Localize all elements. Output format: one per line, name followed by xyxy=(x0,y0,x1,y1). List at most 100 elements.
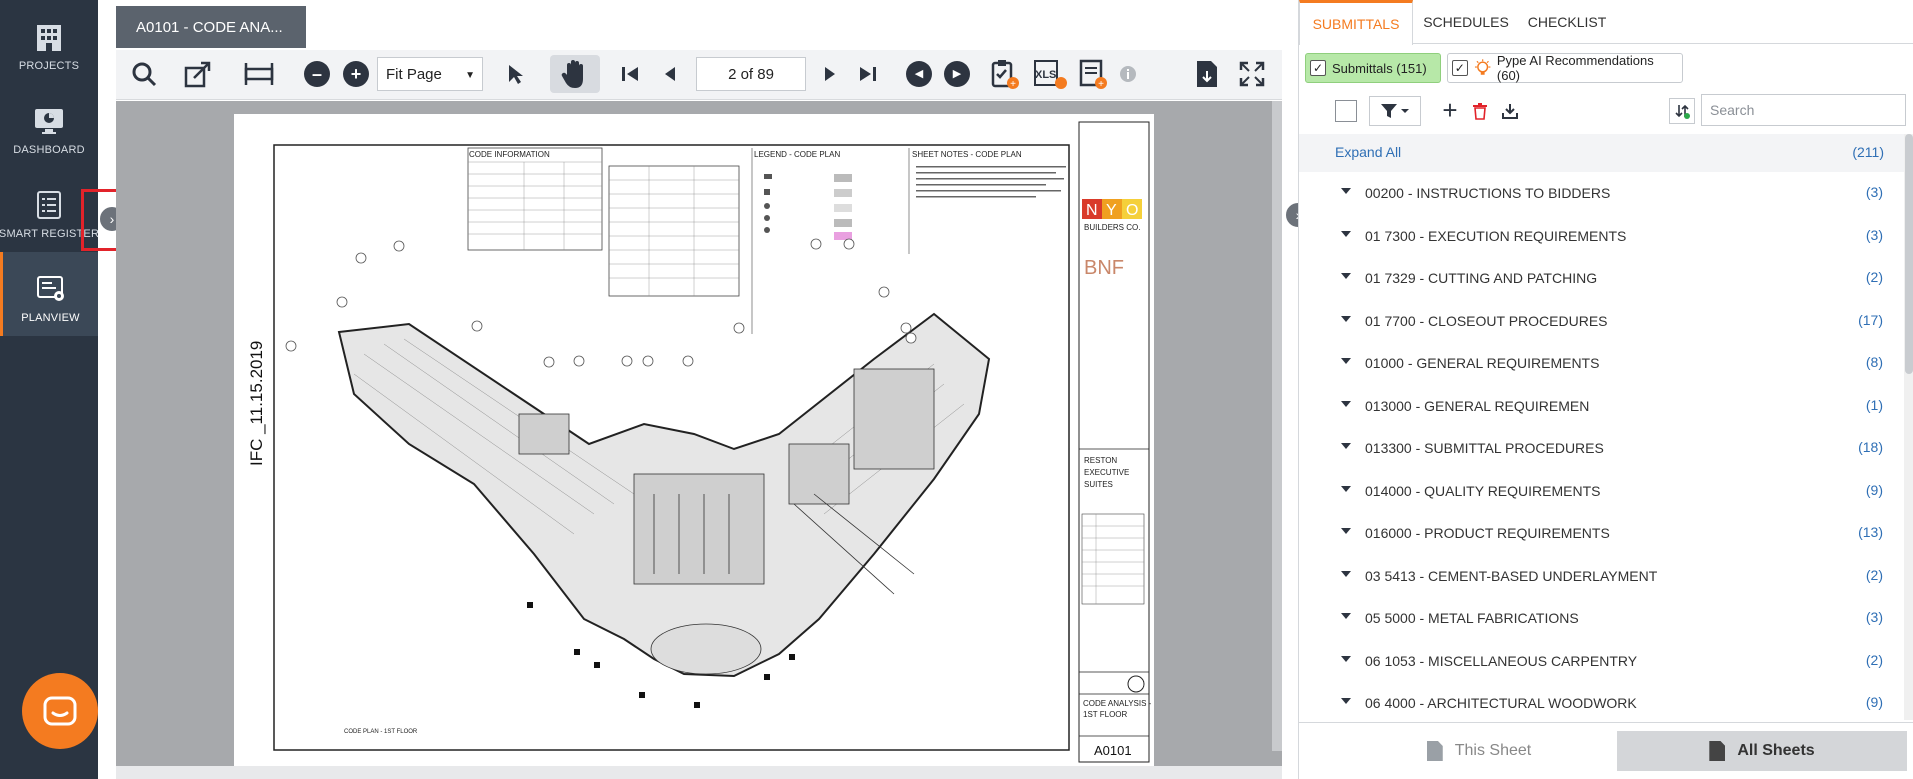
page-number-input[interactable]: 2 of 89 xyxy=(696,57,806,91)
select-tool-button[interactable] xyxy=(501,57,531,91)
logo-subtitle: BUILDERS CO. xyxy=(1084,223,1140,232)
last-page-button[interactable] xyxy=(854,57,882,91)
spec-section-count: (3) xyxy=(1865,227,1883,243)
search-icon xyxy=(132,62,157,87)
info-button[interactable] xyxy=(1116,57,1140,91)
next-markup-button[interactable]: ▶ xyxy=(942,57,972,91)
this-sheet-tab[interactable]: This Sheet xyxy=(1359,731,1599,771)
zoom-select[interactable]: Fit Page ▼ xyxy=(377,57,483,91)
list-scrollbar[interactable] xyxy=(1904,134,1913,720)
drawing-sheet: IFC _11.15.2019 CODE INFORMATION LEGEND … xyxy=(234,114,1154,769)
caret-down-icon xyxy=(1341,231,1351,237)
select-all-checkbox[interactable] xyxy=(1335,100,1357,122)
fit-width-button[interactable] xyxy=(242,57,276,91)
caret-down-icon xyxy=(1341,486,1351,492)
add-checklist-button[interactable]: + xyxy=(988,57,1022,91)
tab-schedules[interactable]: SCHEDULES xyxy=(1414,0,1518,44)
plus-icon: + xyxy=(1442,95,1458,125)
svg-text:XLS: XLS xyxy=(1035,69,1056,81)
previous-page-button[interactable] xyxy=(656,57,684,91)
document-tab[interactable]: A0101 - CODE ANA... xyxy=(116,6,306,48)
previous-markup-button[interactable]: ◀ xyxy=(904,57,934,91)
spec-section-row[interactable]: 00200 - INSTRUCTIONS TO BIDDERS (3) xyxy=(1299,172,1899,214)
spec-section-row[interactable]: 05 5000 - METAL FABRICATIONS (3) xyxy=(1299,597,1899,639)
nav-label-dashboard: DASHBOARD xyxy=(13,144,85,156)
ai-recommendations-chip[interactable]: ✓ Pype AI Recommendations (60) xyxy=(1447,53,1683,83)
plus-icon: + xyxy=(343,61,369,87)
spec-section-row[interactable]: 013000 - GENERAL REQUIREMEN (1) xyxy=(1299,385,1899,427)
download-sheet-button[interactable] xyxy=(1192,57,1224,91)
spec-section-row[interactable]: 01 7700 - CLOSEOUT PROCEDURES (17) xyxy=(1299,300,1899,342)
minus-icon: – xyxy=(304,61,330,87)
all-sheets-tab[interactable]: All Sheets xyxy=(1617,731,1907,771)
caret-down-icon xyxy=(1341,443,1351,449)
circle-left-icon: ◀ xyxy=(906,61,932,87)
spec-section-row[interactable]: 01 7329 - CUTTING AND PATCHING (2) xyxy=(1299,257,1899,299)
drawing-canvas[interactable]: IFC _11.15.2019 CODE INFORMATION LEGEND … xyxy=(116,101,1282,769)
filter-dropdown[interactable] xyxy=(1369,96,1421,126)
caret-down-icon xyxy=(1341,273,1351,279)
submittals-panel: SUBMITTALS SCHEDULES CHECKLIST ✓ Submitt… xyxy=(1298,0,1913,779)
fit-to-window-button[interactable] xyxy=(182,57,214,91)
caret-down-icon xyxy=(1341,358,1351,364)
submittals-chip-label: Submittals (151) xyxy=(1332,60,1427,76)
add-sheet-button[interactable]: + xyxy=(1076,57,1110,91)
caret-down-icon xyxy=(1341,401,1351,407)
spec-section-count: (3) xyxy=(1865,184,1883,200)
info-icon xyxy=(1120,66,1136,82)
spec-section-row[interactable]: 01000 - GENERAL REQUIREMENTS (8) xyxy=(1299,342,1899,384)
sort-button[interactable] xyxy=(1669,98,1695,124)
nav-item-dashboard[interactable]: DASHBOARD xyxy=(0,84,98,168)
spec-section-row[interactable]: 013300 - SUBMITTAL PROCEDURES (18) xyxy=(1299,427,1899,469)
caret-down-icon xyxy=(1341,571,1351,577)
search-input[interactable]: Search xyxy=(1701,94,1906,126)
svg-text:+: + xyxy=(1098,79,1104,90)
spec-section-row[interactable]: 01 7300 - EXECUTION REQUIREMENTS (3) xyxy=(1299,215,1899,257)
clipboard-add-icon: + xyxy=(991,60,1019,90)
spec-section-name: 016000 - PRODUCT REQUIREMENTS xyxy=(1365,525,1610,541)
spec-section-count: (13) xyxy=(1858,524,1883,540)
legend-title: LEGEND - CODE PLAN xyxy=(754,150,840,159)
fullscreen-button[interactable] xyxy=(1236,57,1268,91)
search-button[interactable] xyxy=(128,57,160,91)
add-submittal-button[interactable]: + xyxy=(1437,95,1463,125)
viewer-vertical-scrollbar[interactable] xyxy=(1272,101,1282,751)
spec-section-count: (9) xyxy=(1865,482,1883,498)
nav-item-planview[interactable]: PLANVIEW xyxy=(0,252,98,336)
spec-section-count: (2) xyxy=(1865,652,1883,668)
resize-icon xyxy=(184,61,211,88)
nav-item-projects[interactable]: PROJECTS xyxy=(0,0,98,84)
xls-icon: XLS xyxy=(1034,60,1067,89)
list-scrollbar-thumb[interactable] xyxy=(1905,134,1913,374)
spec-section-row[interactable]: 014000 - QUALITY REQUIREMENTS (9) xyxy=(1299,470,1899,512)
spec-section-row[interactable]: 06 4000 - ARCHITECTURAL WOODWORK (9) xyxy=(1299,682,1899,724)
spec-section-row[interactable]: 06 1053 - MISCELLANEOUS CARPENTRY (2) xyxy=(1299,640,1899,682)
expand-all-link[interactable]: Expand All xyxy=(1335,144,1401,160)
zoom-in-button[interactable]: + xyxy=(341,57,371,91)
panel-tabs: SUBMITTALS SCHEDULES CHECKLIST xyxy=(1299,0,1913,45)
spec-section-name: 05 5000 - METAL FABRICATIONS xyxy=(1365,610,1579,626)
first-page-button[interactable] xyxy=(616,57,644,91)
spec-section-row[interactable]: 016000 - PRODUCT REQUIREMENTS (13) xyxy=(1299,512,1899,554)
fit-width-icon xyxy=(244,63,274,85)
pan-tool-button[interactable] xyxy=(550,55,600,93)
tab-checklist[interactable]: CHECKLIST xyxy=(1519,0,1615,44)
spec-section-count: (9) xyxy=(1865,694,1883,710)
project-name-line1: RESTON xyxy=(1084,456,1117,465)
next-page-button[interactable] xyxy=(816,57,844,91)
arch-logo: BNF xyxy=(1084,257,1124,279)
spec-section-row[interactable]: 03 5413 - CEMENT-BASED UNDERLAYMENT (2) xyxy=(1299,555,1899,597)
chat-launcher-button[interactable] xyxy=(22,673,98,749)
delete-button[interactable] xyxy=(1467,98,1493,124)
tab-submittals[interactable]: SUBMITTALS xyxy=(1299,0,1413,45)
submittals-filter-chip[interactable]: ✓ Submittals (151) xyxy=(1305,53,1441,83)
list-total-count: (211) xyxy=(1852,144,1884,160)
zoom-out-button[interactable]: – xyxy=(302,57,332,91)
viewer-horizontal-scrollbar[interactable] xyxy=(116,766,1282,779)
export-xls-button[interactable]: XLS xyxy=(1030,57,1070,91)
download-icon xyxy=(1502,104,1518,119)
nav-label-planview: PLANVIEW xyxy=(21,312,80,324)
nav-label-projects: PROJECTS xyxy=(18,60,80,72)
floor-plan-drawing: IFC _11.15.2019 CODE INFORMATION LEGEND … xyxy=(247,121,1152,763)
download-button[interactable] xyxy=(1497,98,1523,124)
